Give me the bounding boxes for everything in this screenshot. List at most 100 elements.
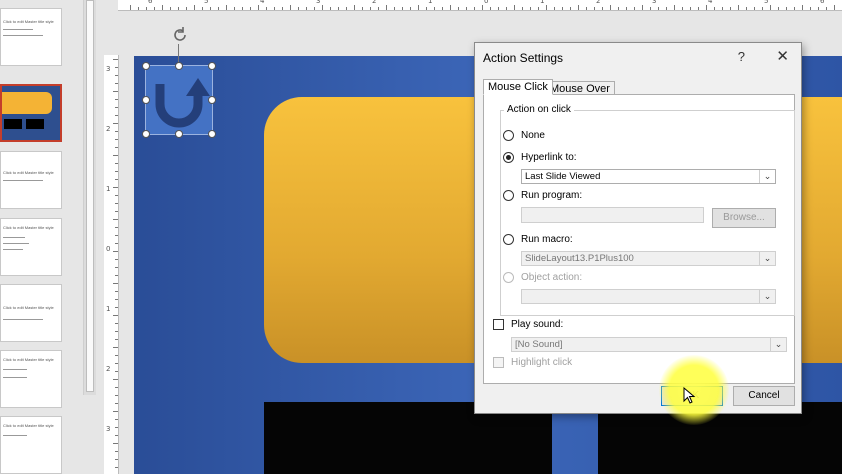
ruler-tick	[706, 5, 707, 10]
ruler-tick	[113, 59, 118, 60]
thumbnail-title: Click to edit Master title style	[3, 305, 54, 310]
slide-thumbnail[interactable]: Click to edit Master title style	[0, 350, 62, 408]
ruler-tick	[746, 7, 747, 10]
ruler-tick	[754, 7, 755, 10]
ruler-tick	[115, 307, 118, 308]
ruler-label: 3	[316, 0, 321, 5]
ruler-tick	[138, 7, 139, 10]
sound-dropdown[interactable]: [No Sound] ⌄	[511, 337, 787, 352]
ruler-tick	[115, 107, 118, 108]
resize-handle[interactable]	[208, 130, 216, 138]
ruler-tick	[338, 7, 339, 10]
ruler-tick	[178, 7, 179, 10]
cancel-button[interactable]: Cancel	[733, 386, 795, 406]
ruler-tick	[618, 7, 619, 10]
mouse-pointer-icon	[683, 387, 696, 404]
ruler-tick	[570, 7, 571, 10]
ruler-tick	[594, 7, 595, 10]
ruler-tick	[650, 7, 651, 10]
sound-value: [No Sound]	[515, 339, 563, 350]
thumbnail-title: Click to edit Master title style	[3, 19, 54, 24]
ruler-tick	[658, 7, 659, 10]
thumbnail-title: Click to edit Master title style	[3, 170, 54, 175]
close-button[interactable]: ✕	[776, 47, 789, 65]
thumbnail-title: Click to edit Master title style	[3, 225, 54, 230]
radio-none[interactable]	[503, 130, 514, 141]
ruler-tick	[258, 5, 259, 10]
slide-thumbnail[interactable]: Click to edit Master title style	[0, 151, 62, 209]
ruler-tick	[730, 7, 731, 10]
ruler-tick	[154, 7, 155, 10]
ruler-tick	[113, 187, 118, 188]
resize-handle[interactable]	[142, 130, 150, 138]
ruler-tick	[202, 7, 203, 10]
help-button[interactable]: ?	[738, 49, 745, 64]
resize-handle[interactable]	[142, 96, 150, 104]
browse-button[interactable]: Browse...	[712, 208, 776, 228]
ruler-tick	[490, 7, 491, 10]
ruler-tick	[115, 115, 118, 116]
radio-run-macro[interactable]	[503, 234, 514, 245]
ruler-label: 6	[820, 0, 825, 5]
ruler-tick	[498, 7, 499, 10]
radio-run-program[interactable]	[503, 190, 514, 201]
ruler-label: 4	[708, 0, 713, 5]
chevron-down-icon[interactable]: ⌄	[770, 338, 786, 351]
action-button-return-shape[interactable]	[145, 65, 213, 135]
ruler-tick	[314, 7, 315, 10]
ruler-tick	[115, 67, 118, 68]
radio-object-action-label: Object action:	[521, 272, 583, 283]
highlight-click-checkbox[interactable]	[493, 357, 504, 368]
ruler-tick	[115, 163, 118, 164]
chevron-down-icon[interactable]: ⌄	[759, 252, 775, 265]
ruler-tick	[113, 443, 118, 444]
ruler-tick	[290, 5, 291, 10]
tab-mouse-click[interactable]: Mouse Click	[483, 79, 553, 95]
resize-handle[interactable]	[208, 62, 216, 70]
ruler-tick	[115, 139, 118, 140]
thumbnail-title: Click to edit Master title style	[3, 423, 54, 428]
ruler-tick	[115, 459, 118, 460]
radio-object-action[interactable]	[503, 272, 514, 283]
ruler-tick	[482, 5, 483, 10]
slide-thumbnail[interactable]: Click to edit Master title style	[0, 416, 62, 474]
slide-thumbnail[interactable]: Click to edit Master title style	[0, 218, 62, 276]
play-sound-checkbox[interactable]	[493, 319, 504, 330]
ruler-tick	[115, 275, 118, 276]
ruler-tick	[578, 5, 579, 10]
slide-thumbnail[interactable]: Click to edit Master title style	[0, 284, 62, 342]
ruler-tick	[115, 99, 118, 100]
ruler-tick	[115, 403, 118, 404]
resize-handle[interactable]	[142, 62, 150, 70]
object-action-dropdown[interactable]: ⌄	[521, 289, 776, 304]
hyperlink-dropdown[interactable]: Last Slide Viewed ⌄	[521, 169, 776, 184]
run-program-input[interactable]	[521, 207, 704, 223]
resize-handle[interactable]	[208, 96, 216, 104]
macro-dropdown[interactable]: SlideLayout13.P1Plus100 ⌄	[521, 251, 776, 266]
ruler-tick	[450, 5, 451, 10]
slide-thumbnail[interactable]: Click to edit Master title style	[0, 8, 62, 66]
ruler-tick	[434, 7, 435, 10]
ruler-tick	[115, 387, 118, 388]
ruler-tick	[115, 259, 118, 260]
ruler-tick	[346, 7, 347, 10]
rotate-handle-icon[interactable]	[170, 25, 190, 45]
ruler-tick	[218, 7, 219, 10]
radio-hyperlink[interactable]	[503, 152, 514, 163]
ruler-tick	[666, 7, 667, 10]
ruler-tick	[115, 267, 118, 268]
ruler-tick	[194, 5, 195, 10]
chevron-down-icon[interactable]: ⌄	[759, 170, 775, 183]
ruler-tick	[282, 7, 283, 10]
ruler-label: 1	[540, 0, 545, 5]
slide-thumbnail-selected[interactable]	[0, 84, 62, 142]
resize-handle[interactable]	[175, 62, 183, 70]
vertical-ruler: 3 2 1 0 1 2 3	[104, 55, 119, 474]
ruler-label: 3	[106, 425, 111, 433]
ruler-tick	[210, 7, 211, 10]
resize-handle[interactable]	[175, 130, 183, 138]
thumbnail-pane-scrollbar[interactable]	[83, 0, 96, 395]
scrollbar-thumb[interactable]	[86, 0, 94, 392]
chevron-down-icon[interactable]: ⌄	[759, 290, 775, 303]
ruler-label: 2	[106, 365, 111, 373]
